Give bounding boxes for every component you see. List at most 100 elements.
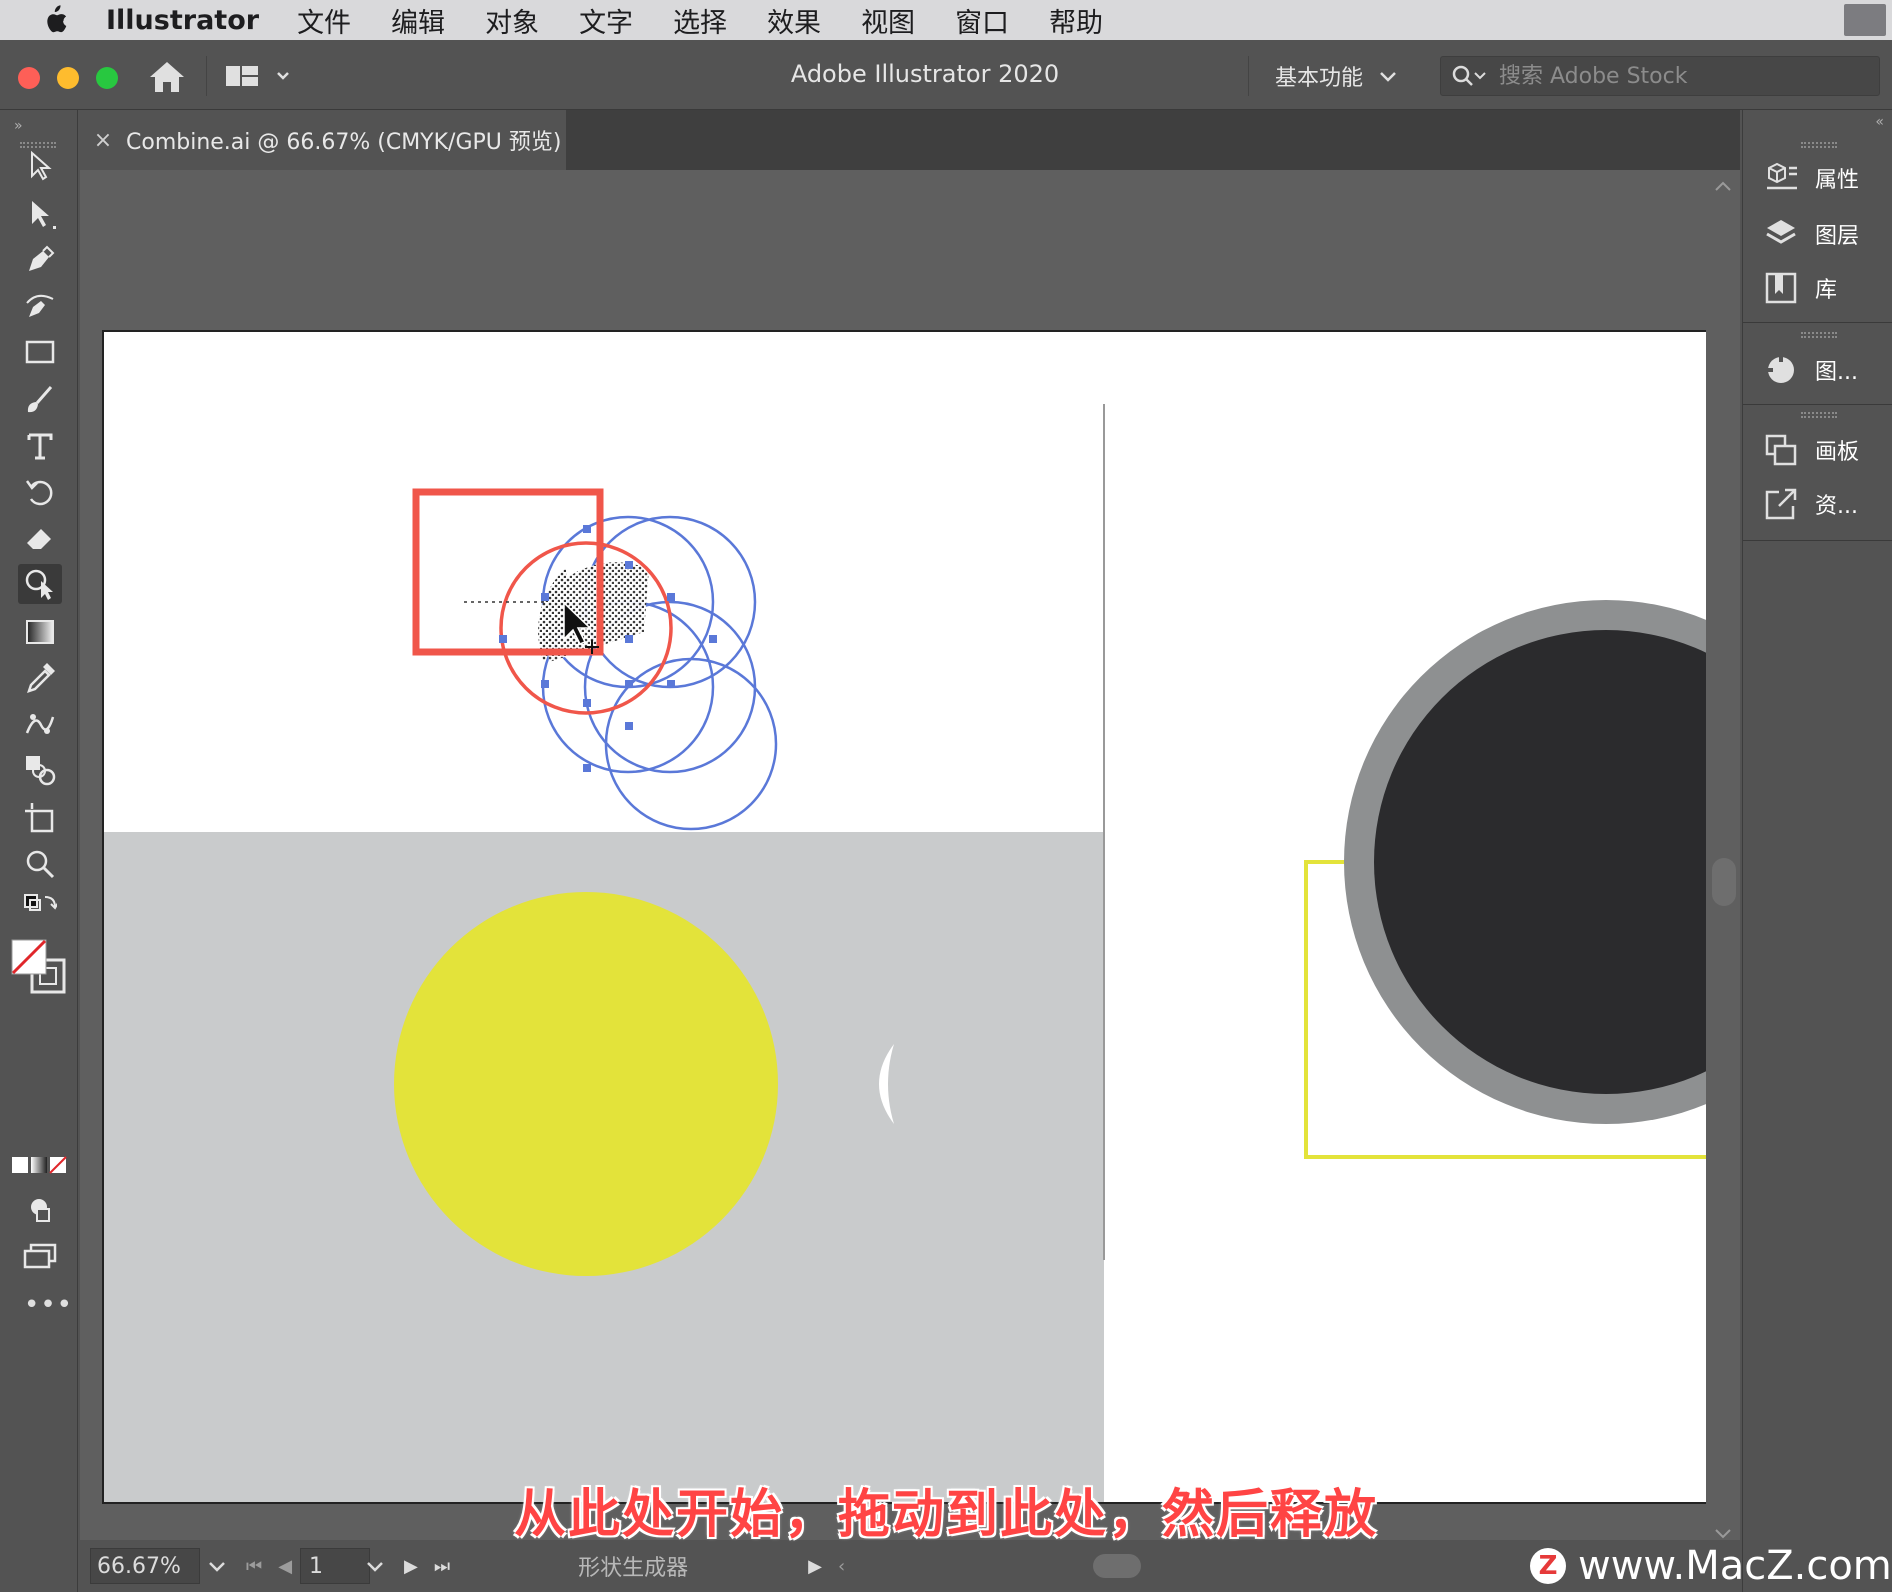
previous-artboard-icon[interactable]: ◀: [278, 1556, 292, 1577]
canvas[interactable]: [80, 170, 1740, 1540]
gradient-tool[interactable]: [18, 612, 62, 652]
document-tab-label: Combine.ai @ 66.67% (CMYK/GPU 预览): [126, 130, 562, 155]
artboard-number-field[interactable]: 1: [300, 1548, 371, 1584]
scroll-up-icon[interactable]: [1714, 180, 1732, 192]
asset-export-label: 资...: [1815, 494, 1858, 519]
zoom-dropdown-chevron-icon[interactable]: [208, 1560, 226, 1572]
search-input[interactable]: [1499, 63, 1859, 89]
menu-view[interactable]: 视图: [861, 1, 915, 40]
blend-icon: [26, 756, 56, 786]
menu-effect[interactable]: 效果: [767, 1, 821, 40]
asset-export-panel-button[interactable]: 资...: [1763, 482, 1858, 526]
puppet-warp-tool[interactable]: [18, 704, 62, 744]
eyedropper-tool[interactable]: [18, 658, 62, 698]
workspace-switcher[interactable]: 基本功能: [1248, 56, 1397, 96]
search-icon: [1452, 65, 1486, 86]
menu-file[interactable]: 文件: [297, 1, 351, 40]
blend-tool[interactable]: [18, 750, 62, 790]
layers-panel-button[interactable]: 图层: [1763, 212, 1859, 256]
swap-colors-icon: [24, 894, 57, 911]
artboard[interactable]: [102, 330, 1710, 1504]
collapse-panel-icon[interactable]: »: [14, 118, 23, 134]
properties-panel-button[interactable]: 属性: [1763, 156, 1859, 200]
eyedropper-icon: [27, 663, 55, 693]
zoom-window-button[interactable]: [96, 67, 118, 89]
app-title-bar: Adobe Illustrator 2020 基本功能: [0, 40, 1892, 110]
zoom-level-value: 66.67%: [97, 1553, 181, 1579]
selected-circles: [499, 515, 778, 831]
pen-tool[interactable]: [18, 240, 62, 280]
artboard-tool[interactable]: [18, 798, 62, 838]
puppet-warp-icon: [25, 714, 55, 734]
artboard-dropdown-chevron-icon[interactable]: [366, 1560, 384, 1572]
shape-builder-tool[interactable]: [18, 564, 62, 604]
status-bar: 66.67% ⏮ ◀ 1 ▶ ⏭ 形状生成器 ▶ ‹: [80, 1540, 1740, 1592]
macz-logo-icon: Z: [1530, 1548, 1566, 1584]
home-icon[interactable]: [148, 60, 186, 94]
pathfinder-panel-button[interactable]: 图...: [1763, 348, 1858, 392]
screen-mode-button[interactable]: [18, 1236, 62, 1276]
first-artboard-icon[interactable]: ⏮: [246, 1556, 262, 1577]
draw-mode-icon: [31, 1199, 50, 1222]
tools-panel: » •••: [0, 110, 78, 1592]
workspace-label: 基本功能: [1275, 66, 1364, 91]
current-tool-name[interactable]: 形状生成器: [578, 1550, 688, 1582]
scroll-thumb[interactable]: [1712, 858, 1736, 906]
zoom-level-field[interactable]: 66.67%: [90, 1548, 200, 1584]
menu-object[interactable]: 对象: [485, 1, 539, 40]
swap-fill-stroke[interactable]: [18, 888, 62, 928]
properties-label: 属性: [1815, 168, 1860, 193]
curvature-tool[interactable]: [18, 286, 62, 326]
rotate-icon: [25, 480, 53, 506]
last-artboard-icon[interactable]: ⏭: [434, 1556, 450, 1577]
panel-grip-1[interactable]: [1801, 142, 1837, 148]
fill-stroke-swatches[interactable]: [10, 938, 70, 998]
right-panel-dock: « 属性 图层 库 图... 画板 资...: [1742, 110, 1892, 1592]
arrange-documents-icon[interactable]: [224, 62, 290, 90]
document-tab-bar: × Combine.ai @ 66.67% (CMYK/GPU 预览): [80, 110, 1740, 170]
rotate-tool[interactable]: [18, 472, 62, 512]
zoom-tool[interactable]: [18, 844, 62, 884]
close-tab-icon[interactable]: ×: [80, 128, 126, 153]
close-window-button[interactable]: [18, 67, 40, 89]
menu-type[interactable]: 文字: [579, 1, 633, 40]
app-title: Adobe Illustrator 2020: [790, 60, 1060, 88]
draw-mode-button[interactable]: [18, 1190, 62, 1230]
menu-help[interactable]: 帮助: [1049, 1, 1103, 40]
export-icon: [1765, 488, 1797, 520]
minimize-window-button[interactable]: [57, 67, 79, 89]
menu-edit[interactable]: 编辑: [391, 1, 445, 40]
layers-icon: [1766, 220, 1796, 244]
color-mode-buttons[interactable]: [10, 1154, 68, 1180]
paintbrush-icon: [27, 386, 53, 413]
watermark: Z www.MacZ.com: [1530, 1538, 1892, 1592]
libraries-panel-button[interactable]: 库: [1763, 266, 1837, 310]
apple-menu[interactable]: [0, 0, 106, 40]
type-tool[interactable]: [18, 426, 62, 466]
menu-window[interactable]: 窗口: [955, 1, 1009, 40]
document-tab[interactable]: × Combine.ai @ 66.67% (CMYK/GPU 预览): [80, 110, 566, 170]
panel-grip-3[interactable]: [1801, 412, 1837, 418]
panel-grip-2[interactable]: [1801, 332, 1837, 338]
menubar-extra-icon[interactable]: [1844, 4, 1886, 36]
horizontal-scroll-thumb[interactable]: [1093, 1554, 1142, 1578]
artboards-label: 画板: [1815, 440, 1860, 465]
expand-panels-icon[interactable]: «: [1875, 114, 1884, 130]
vertical-scrollbar[interactable]: [1706, 170, 1740, 1540]
scroll-left-icon[interactable]: ‹: [838, 1556, 845, 1577]
next-artboard-icon[interactable]: ▶: [404, 1556, 418, 1577]
selection-tool[interactable]: [18, 146, 62, 186]
direct-selection-tool[interactable]: [18, 194, 62, 234]
stock-search[interactable]: [1440, 56, 1880, 96]
artboard-number-value: 1: [309, 1553, 324, 1579]
menu-app-name[interactable]: Illustrator: [106, 5, 259, 36]
more-tools-icon[interactable]: •••: [24, 1290, 73, 1320]
paintbrush-tool[interactable]: [18, 380, 62, 420]
artboards-panel-button[interactable]: 画板: [1763, 428, 1859, 472]
rectangle-icon: [25, 340, 55, 364]
eraser-tool[interactable]: [18, 518, 62, 558]
menu-select[interactable]: 选择: [673, 1, 727, 40]
status-menu-arrow-icon[interactable]: ▶: [808, 1556, 822, 1577]
rectangle-tool[interactable]: [18, 332, 62, 372]
selection-arrow-icon: [31, 150, 52, 181]
